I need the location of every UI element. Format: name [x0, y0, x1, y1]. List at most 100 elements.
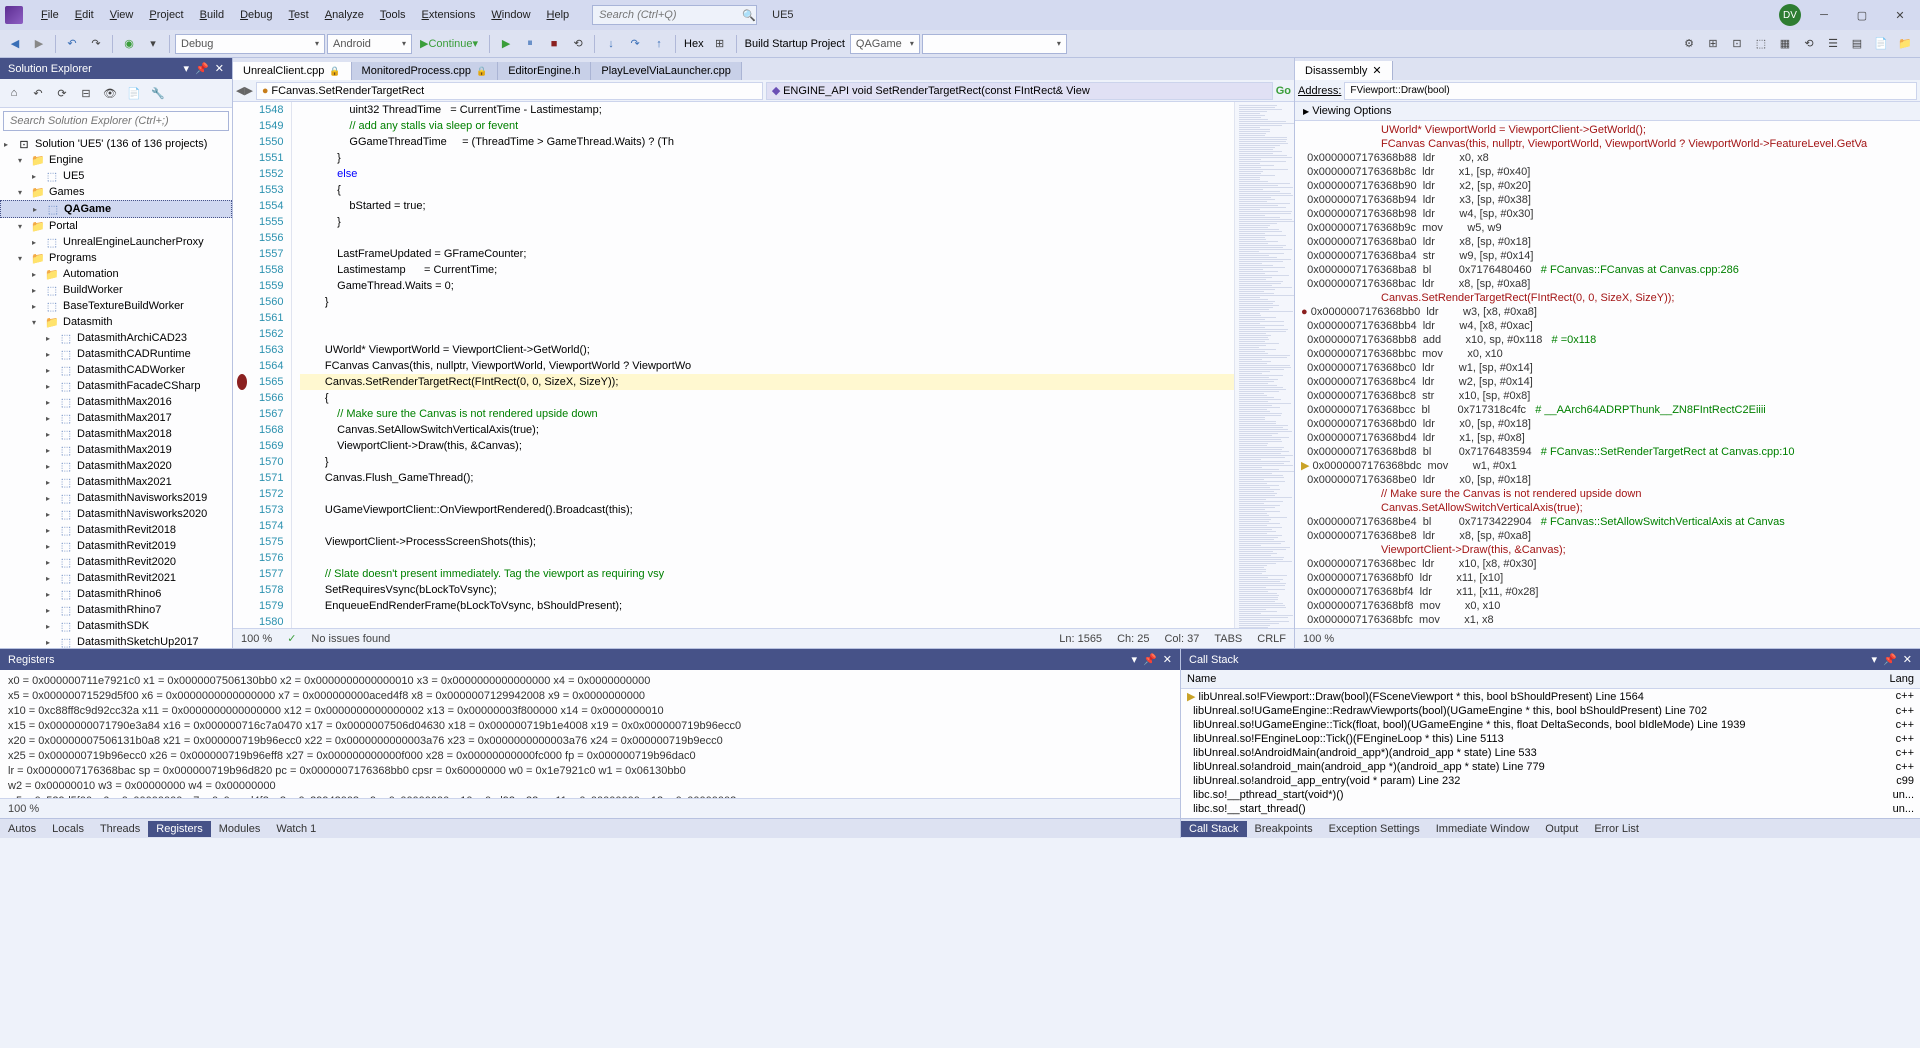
btab-breakpoints[interactable]: Breakpoints	[1247, 821, 1321, 837]
minimap[interactable]	[1234, 102, 1294, 628]
menu-analyze[interactable]: Analyze	[317, 5, 372, 25]
cs-col-lang[interactable]: Lang	[1864, 673, 1914, 685]
step-over-icon[interactable]: ↷	[624, 33, 646, 55]
tool2-icon[interactable]: ⊞	[1702, 33, 1724, 55]
viewing-options[interactable]: ▶ Viewing Options	[1295, 102, 1920, 121]
btab-locals[interactable]: Locals	[44, 821, 92, 837]
tool10-icon[interactable]: 📁	[1894, 33, 1916, 55]
btab-exception-settings[interactable]: Exception Settings	[1321, 821, 1428, 837]
btab-modules[interactable]: Modules	[211, 821, 269, 837]
menu-file[interactable]: File	[33, 5, 67, 25]
redo-button[interactable]: ↷	[85, 33, 107, 55]
tree-item[interactable]: ▾📁Programs	[0, 250, 232, 266]
search-box[interactable]: 🔍	[592, 5, 757, 25]
hex-label[interactable]: Hex	[681, 38, 707, 50]
tree-item[interactable]: ▸⬚DatasmithRhino7	[0, 602, 232, 618]
se-files-icon[interactable]: 📄	[123, 82, 145, 104]
callstack-row[interactable]: libUnreal.so!UGameEngine::RedrawViewport…	[1181, 704, 1920, 718]
se-back-icon[interactable]: ↶	[27, 82, 49, 104]
maximize-button[interactable]: ▢	[1847, 3, 1877, 27]
tree-item[interactable]: ▸⬚DatasmithCADRuntime	[0, 346, 232, 362]
tree-item[interactable]: ▸⬚DatasmithMax2019	[0, 442, 232, 458]
addr-input[interactable]: FViewport::Draw(bool)	[1344, 82, 1917, 100]
go-button[interactable]: Go	[1276, 85, 1291, 97]
close-icon[interactable]: ✕	[215, 62, 224, 75]
btab-threads[interactable]: Threads	[92, 821, 148, 837]
tree-item[interactable]: ▸📁Automation	[0, 266, 232, 282]
se-sync-icon[interactable]: ⟳	[51, 82, 73, 104]
menu-tools[interactable]: Tools	[372, 5, 414, 25]
callstack-row[interactable]: ▶ libUnreal.so!FViewport::Draw(bool)(FSc…	[1181, 689, 1920, 704]
code-area[interactable]: 1548154915501551155215531554155515561557…	[233, 102, 1294, 628]
undo-button[interactable]: ↶	[61, 33, 83, 55]
tree-item[interactable]: ▸⬚DatasmithMax2020	[0, 458, 232, 474]
pin2-icon[interactable]: 📌	[1143, 653, 1157, 666]
game-combo[interactable]: QAGame	[850, 34, 920, 54]
reg-zoom[interactable]: 100 %	[8, 803, 39, 815]
search-input[interactable]	[599, 9, 742, 21]
play-icon[interactable]: ▶	[495, 33, 517, 55]
btab-autos[interactable]: Autos	[0, 821, 44, 837]
tree-item[interactable]: ▾📁Engine	[0, 152, 232, 168]
menu-project[interactable]: Project	[141, 5, 191, 25]
tree-item[interactable]: ▸⬚BaseTextureBuildWorker	[0, 298, 232, 314]
tool1-icon[interactable]: ⚙	[1678, 33, 1700, 55]
tree-item[interactable]: ▾📁Portal	[0, 218, 232, 234]
se-collapse-icon[interactable]: ⊟	[75, 82, 97, 104]
tree-item[interactable]: ▸⬚UnrealEngineLauncherProxy	[0, 234, 232, 250]
step-into-icon[interactable]: ↓	[600, 33, 622, 55]
editor-tab[interactable]: EditorEngine.h	[498, 62, 591, 80]
pin2-icon[interactable]: 📌	[1883, 653, 1897, 666]
pin-icon[interactable]: ▾	[1872, 653, 1878, 666]
btab-output[interactable]: Output	[1537, 821, 1586, 837]
pin-icon[interactable]: ▾	[1132, 653, 1138, 666]
disasm-content[interactable]: UWorld* ViewportWorld = ViewportClient->…	[1295, 121, 1920, 628]
continue-button[interactable]: ▶ Continue ▾	[414, 37, 484, 50]
tree-item[interactable]: ▸⬚DatasmithFacadeCSharp	[0, 378, 232, 394]
tree-item[interactable]: ▸⬚UE5	[0, 168, 232, 184]
back-button[interactable]: ◀	[4, 33, 26, 55]
callstack-row[interactable]: libUnreal.so!UGameEngine::Tick(float, bo…	[1181, 718, 1920, 732]
tool4-icon[interactable]: ⬚	[1750, 33, 1772, 55]
disasm-zoom[interactable]: 100 %	[1303, 633, 1334, 645]
menu-help[interactable]: Help	[539, 5, 578, 25]
tool7-icon[interactable]: ☰	[1822, 33, 1844, 55]
close-icon[interactable]: ✕	[1903, 653, 1912, 666]
tool5-icon[interactable]: ▦	[1774, 33, 1796, 55]
tree-item[interactable]: ▸⬚DatasmithNavisworks2019	[0, 490, 232, 506]
tool9-icon[interactable]: 📄	[1870, 33, 1892, 55]
solution-tree[interactable]: ▸⊡Solution 'UE5' (136 of 136 projects)▾📁…	[0, 134, 232, 648]
zoom-label[interactable]: 100 %	[241, 633, 272, 645]
tree-item[interactable]: ▾📁Games	[0, 184, 232, 200]
cs-col-name[interactable]: Name	[1187, 673, 1864, 685]
config-combo[interactable]: Debug	[175, 34, 325, 54]
tree-item[interactable]: ▸⬚DatasmithArchiCAD23	[0, 330, 232, 346]
se-props-icon[interactable]: 🔧	[147, 82, 169, 104]
close-icon[interactable]: ✕	[1372, 64, 1381, 77]
registers-content[interactable]: x0 = 0x000000711e7921c0 x1 = 0x000000750…	[0, 670, 1180, 798]
callstack-content[interactable]: ▶ libUnreal.so!FViewport::Draw(bool)(FSc…	[1181, 689, 1920, 818]
tree-item[interactable]: ▸⬚DatasmithMax2021	[0, 474, 232, 490]
menu-build[interactable]: Build	[192, 5, 232, 25]
tree-item[interactable]: ▸⬚DatasmithMax2016	[0, 394, 232, 410]
menu-extensions[interactable]: Extensions	[414, 5, 484, 25]
home-icon[interactable]: ⌂	[3, 82, 25, 104]
btab-call-stack[interactable]: Call Stack	[1181, 821, 1247, 837]
tree-item[interactable]: ▸⬚DatasmithCADWorker	[0, 362, 232, 378]
close-icon[interactable]: ✕	[1163, 653, 1172, 666]
tree-item[interactable]: ▸⬚DatasmithSketchUp2017	[0, 634, 232, 648]
tree-item[interactable]: ▸⬚DatasmithSDK	[0, 618, 232, 634]
se-search-input[interactable]	[3, 111, 229, 131]
editor-tab[interactable]: UnrealClient.cpp 🔒	[233, 62, 352, 80]
tree-item[interactable]: ▸⬚DatasmithRevit2021	[0, 570, 232, 586]
tree-item[interactable]: ▸⬚DatasmithRhino6	[0, 586, 232, 602]
menu-test[interactable]: Test	[281, 5, 317, 25]
tree-item[interactable]: ▸⬚DatasmithNavisworks2020	[0, 506, 232, 522]
tree-item[interactable]: ▸⬚DatasmithRevit2019	[0, 538, 232, 554]
platform-combo[interactable]: Android	[327, 34, 412, 54]
solution-root[interactable]: ▸⊡Solution 'UE5' (136 of 136 projects)	[0, 136, 232, 152]
btab-error-list[interactable]: Error List	[1586, 821, 1647, 837]
nav-back-icon[interactable]: ◀▶	[236, 84, 253, 97]
disasm-tab[interactable]: Disassembly✕	[1295, 61, 1393, 80]
pause-icon[interactable]: ⏸	[519, 33, 541, 55]
